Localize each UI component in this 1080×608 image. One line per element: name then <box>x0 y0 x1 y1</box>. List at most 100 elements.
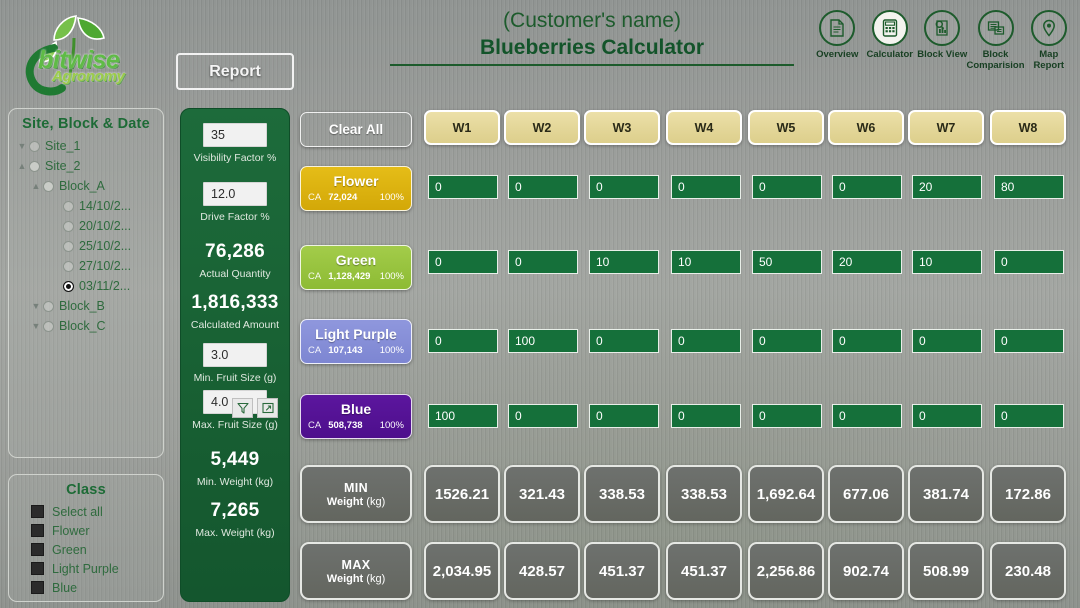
grid-input-r1-c3[interactable]: 0 <box>589 175 659 199</box>
class-checkbox[interactable] <box>31 505 44 518</box>
grid-input-r2-c1[interactable]: 0 <box>428 250 498 274</box>
class-item-select-all[interactable]: Select all <box>9 502 163 521</box>
week-header-w6[interactable]: W6 <box>828 110 904 145</box>
grid-input-r2-c4[interactable]: 10 <box>671 250 741 274</box>
grid-input-r4-c3[interactable]: 0 <box>589 404 659 428</box>
grid-input-r1-c5[interactable]: 0 <box>752 175 822 199</box>
grid-input-r4-c8[interactable]: 0 <box>994 404 1064 428</box>
calculator-title: Blueberries Calculator <box>479 36 705 59</box>
tree-node-radio[interactable] <box>29 160 40 172</box>
class-item-green[interactable]: Green <box>9 540 163 559</box>
grid-input-r1-c4[interactable]: 0 <box>671 175 741 199</box>
class-button-green[interactable]: Green CA 1,128,429 100% <box>300 245 412 290</box>
chevron-up-icon[interactable]: ▲ <box>15 161 29 171</box>
class-item-flower[interactable]: Flower <box>9 521 163 540</box>
tree-node-radio[interactable] <box>43 180 54 192</box>
tree-node-03-11-2-[interactable]: ▾03/11/2... <box>15 276 163 296</box>
grid-input-r4-c7[interactable]: 0 <box>912 404 982 428</box>
tree-node-radio[interactable] <box>29 140 40 152</box>
max-weight-cell-w4: 451.37 <box>666 542 742 600</box>
grid-input-r4-c2[interactable]: 0 <box>508 404 578 428</box>
week-header-w3[interactable]: W3 <box>584 110 660 145</box>
tree-node-site-1[interactable]: ▼ Site_1 <box>15 136 163 156</box>
class-button-flower[interactable]: Flower CA 72,024 100% <box>300 166 412 211</box>
nav-item-overview[interactable]: Overview <box>812 10 863 90</box>
grid-input-r3-c3[interactable]: 0 <box>589 329 659 353</box>
clear-all-button[interactable]: Clear All <box>300 112 412 147</box>
grid-input-r3-c6[interactable]: 0 <box>832 329 902 353</box>
grid-input-r1-c6[interactable]: 0 <box>832 175 902 199</box>
class-checkbox[interactable] <box>31 562 44 575</box>
grid-input-r2-c8[interactable]: 0 <box>994 250 1064 274</box>
calculated-amount-label: Calculated Amount <box>190 319 280 331</box>
class-ca-label: CA <box>308 271 322 282</box>
grid-input-r1-c8[interactable]: 80 <box>994 175 1064 199</box>
expand-icon[interactable] <box>257 398 278 418</box>
grid-input-r3-c2[interactable]: 100 <box>508 329 578 353</box>
grid-input-r2-c3[interactable]: 10 <box>589 250 659 274</box>
tree-node-block-c[interactable]: ▼ Block_C <box>15 316 163 336</box>
grid-input-r4-c5[interactable]: 0 <box>752 404 822 428</box>
class-checkbox[interactable] <box>31 524 44 537</box>
tree-node-label: Site_2 <box>45 159 81 173</box>
visibility-factor-input[interactable]: 35 <box>203 123 267 147</box>
class-item-light-purple[interactable]: Light Purple <box>9 559 163 578</box>
chevron-up-icon[interactable]: ▲ <box>29 181 43 191</box>
grid-input-r2-c6[interactable]: 20 <box>832 250 902 274</box>
nav-item-calculator[interactable]: Calculator <box>865 10 916 90</box>
nav-item-label: Block Comparision <box>966 49 1025 71</box>
nav-item-block-comparision[interactable]: Block Comparision <box>966 10 1025 90</box>
class-button-blue[interactable]: Blue CA 508,738 100% <box>300 394 412 439</box>
chevron-down-icon[interactable]: ▼ <box>29 301 43 311</box>
tree-node-25-10-2-[interactable]: ▾25/10/2... <box>15 236 163 256</box>
week-header-w5[interactable]: W5 <box>748 110 824 145</box>
grid-input-r1-c1[interactable]: 0 <box>428 175 498 199</box>
week-header-w8[interactable]: W8 <box>990 110 1066 145</box>
grid-input-r4-c1[interactable]: 100 <box>428 404 498 428</box>
week-header-w4[interactable]: W4 <box>666 110 742 145</box>
tree-node-site-2[interactable]: ▲ Site_2 <box>15 156 163 176</box>
tree-node-block-b[interactable]: ▼ Block_B <box>15 296 163 316</box>
grid-input-r3-c8[interactable]: 0 <box>994 329 1064 353</box>
week-header-w2[interactable]: W2 <box>504 110 580 145</box>
tree-node-14-10-2-[interactable]: ▾14/10/2... <box>15 196 163 216</box>
tree-node-20-10-2-[interactable]: ▾20/10/2... <box>15 216 163 236</box>
class-item-blue[interactable]: Blue <box>9 578 163 597</box>
nav-item-block-view[interactable]: Block View <box>917 10 968 90</box>
week-header-w7[interactable]: W7 <box>908 110 984 145</box>
min-fruit-size-input[interactable]: 3.0 <box>203 343 267 367</box>
week-header-w1[interactable]: W1 <box>424 110 500 145</box>
grid-input-r1-c7[interactable]: 20 <box>912 175 982 199</box>
tree-node-block-a[interactable]: ▲ Block_A <box>15 176 163 196</box>
grid-input-value: 0 <box>678 180 685 194</box>
grid-input-r3-c1[interactable]: 0 <box>428 329 498 353</box>
tree-node-radio[interactable] <box>63 200 74 212</box>
tree-node-27-10-2-[interactable]: ▾27/10/2... <box>15 256 163 276</box>
tree-node-radio[interactable] <box>63 280 74 292</box>
class-checkbox[interactable] <box>31 581 44 594</box>
class-checkbox[interactable] <box>31 543 44 556</box>
tree-node-radio[interactable] <box>43 300 54 312</box>
max-weight-cell-w7: 508.99 <box>908 542 984 600</box>
tree-node-radio[interactable] <box>63 220 74 232</box>
drive-factor-input[interactable]: 12.0 <box>203 182 267 206</box>
min-weight-label-line2: Weight (kg) <box>326 495 386 508</box>
grid-input-r4-c4[interactable]: 0 <box>671 404 741 428</box>
filter-icon[interactable] <box>232 398 253 418</box>
tree-node-radio[interactable] <box>63 240 74 252</box>
grid-input-r2-c5[interactable]: 50 <box>752 250 822 274</box>
grid-input-r1-c2[interactable]: 0 <box>508 175 578 199</box>
chevron-down-icon[interactable]: ▼ <box>29 321 43 331</box>
grid-input-r2-c2[interactable]: 0 <box>508 250 578 274</box>
nav-item-map-report[interactable]: Map Report <box>1024 10 1075 90</box>
report-button[interactable]: Report <box>176 53 294 90</box>
grid-input-r3-c4[interactable]: 0 <box>671 329 741 353</box>
tree-node-radio[interactable] <box>43 320 54 332</box>
grid-input-r2-c7[interactable]: 10 <box>912 250 982 274</box>
grid-input-r4-c6[interactable]: 0 <box>832 404 902 428</box>
tree-node-radio[interactable] <box>63 260 74 272</box>
class-button-light-purple[interactable]: Light Purple CA 107,143 100% <box>300 319 412 364</box>
grid-input-r3-c5[interactable]: 0 <box>752 329 822 353</box>
grid-input-r3-c7[interactable]: 0 <box>912 329 982 353</box>
chevron-down-icon[interactable]: ▼ <box>15 141 29 151</box>
